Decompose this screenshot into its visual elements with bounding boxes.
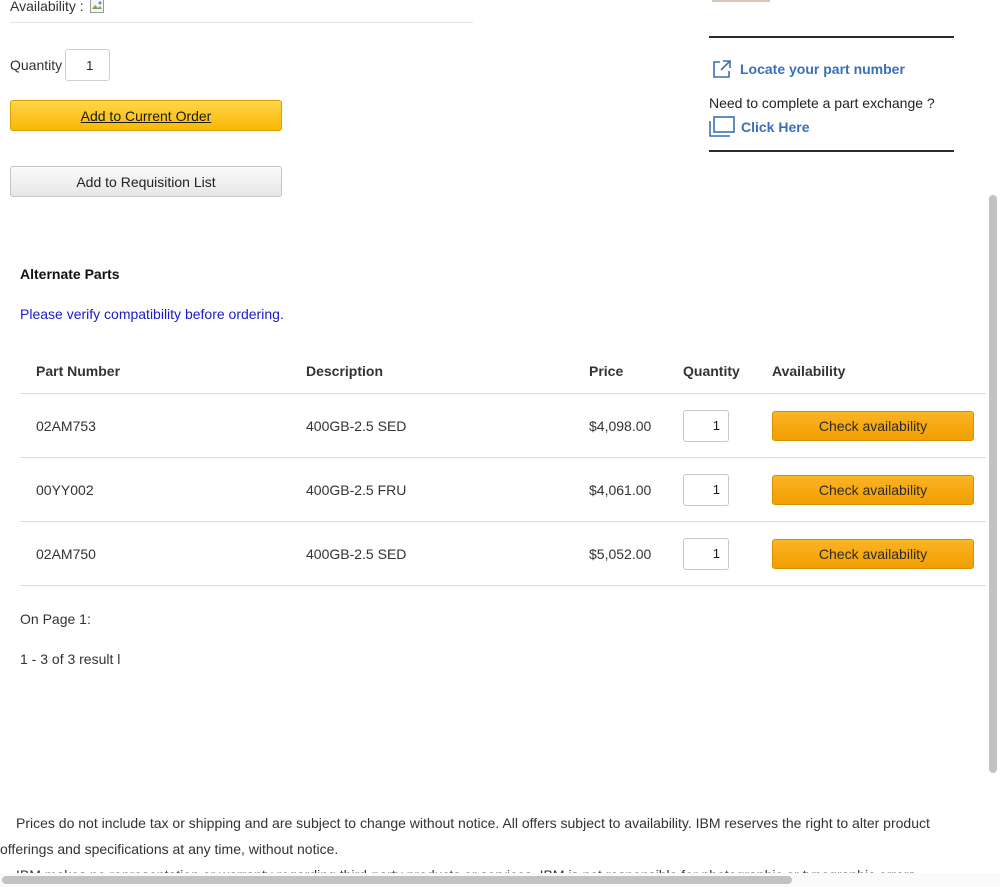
- description-cell: 400GB-2.5 SED: [306, 545, 407, 562]
- description-cell: 400GB-2.5 FRU: [306, 481, 407, 498]
- disclaimer: Prices do not include tax or shipping an…: [0, 810, 985, 876]
- check-availability-button[interactable]: Check availability: [772, 538, 974, 569]
- table-row: 00YY002 400GB-2.5 FRU $4,061.00 Check av…: [20, 458, 986, 522]
- row-quantity-input[interactable]: [683, 473, 729, 506]
- disclaimer-pricing: Prices do not include tax or shipping an…: [0, 815, 930, 857]
- add-to-requisition-list-button[interactable]: Add to Requisition List: [10, 166, 282, 197]
- vertical-scrollbar[interactable]: [989, 195, 997, 773]
- price-cell: $5,052.00: [589, 545, 652, 562]
- availability-label: Availability :: [10, 0, 84, 14]
- price-cell: $4,061.00: [589, 481, 652, 498]
- price-cell: $4,098.00: [589, 417, 652, 434]
- column-header-part-number: Part Number: [36, 362, 121, 379]
- availability-cell: Check availability: [772, 522, 974, 585]
- quantity-row: Quantity: [10, 49, 111, 81]
- horizontal-scrollbar[interactable]: [2, 876, 792, 884]
- table-row: 02AM753 400GB-2.5 SED $4,098.00 Check av…: [20, 394, 986, 458]
- part-number-cell: 02AM753: [36, 417, 96, 434]
- compatibility-note: Please verify compatibility before order…: [20, 306, 284, 322]
- add-to-current-order-button[interactable]: Add to Current Order: [10, 100, 282, 131]
- row-quantity-input[interactable]: [683, 537, 729, 570]
- table-header-row: Part Number Description Price Quantity A…: [20, 346, 986, 394]
- quantity-label: Quantity: [10, 57, 63, 73]
- quantity-cell: [683, 394, 729, 457]
- quantity-cell: [683, 458, 729, 521]
- broken-image-icon: [89, 0, 104, 13]
- click-here-label: Click Here: [741, 119, 810, 135]
- column-header-quantity: Quantity: [683, 362, 740, 379]
- page: Availability : Quantity Add to Current O…: [0, 0, 1000, 887]
- product-thumbnail-edge: [712, 0, 770, 2]
- click-here-link[interactable]: Click Here: [709, 116, 809, 138]
- part-help-box: Locate your part number Need to complete…: [709, 36, 954, 152]
- table-row: 02AM750 400GB-2.5 SED $5,052.00 Check av…: [20, 522, 986, 586]
- quantity-input[interactable]: [65, 49, 111, 81]
- check-availability-button[interactable]: Check availability: [772, 410, 974, 441]
- alternate-parts-table: Part Number Description Price Quantity A…: [20, 346, 986, 586]
- part-exchange-text: Need to complete a part exchange ?: [709, 95, 935, 111]
- part-number-cell: 00YY002: [36, 481, 94, 498]
- page-indicator: On Page 1:: [20, 611, 91, 627]
- quantity-cell: [683, 522, 729, 585]
- availability-row: Availability :: [10, 0, 473, 23]
- availability-cell: Check availability: [772, 458, 974, 521]
- availability-cell: Check availability: [772, 394, 974, 457]
- part-number-cell: 02AM750: [36, 545, 96, 562]
- column-header-price: Price: [589, 362, 624, 379]
- window-icon: [709, 116, 736, 138]
- check-availability-button[interactable]: Check availability: [772, 474, 974, 505]
- description-cell: 400GB-2.5 SED: [306, 417, 407, 434]
- results-count: 1 - 3 of 3 result l: [20, 651, 121, 667]
- alternate-parts-title: Alternate Parts: [20, 266, 120, 282]
- external-link-icon: [711, 58, 733, 80]
- locate-part-number-label: Locate your part number: [740, 61, 905, 77]
- row-quantity-input[interactable]: [683, 409, 729, 442]
- locate-part-number-link[interactable]: Locate your part number: [711, 58, 905, 80]
- column-header-description: Description: [306, 362, 384, 379]
- column-header-availability: Availability: [772, 362, 846, 379]
